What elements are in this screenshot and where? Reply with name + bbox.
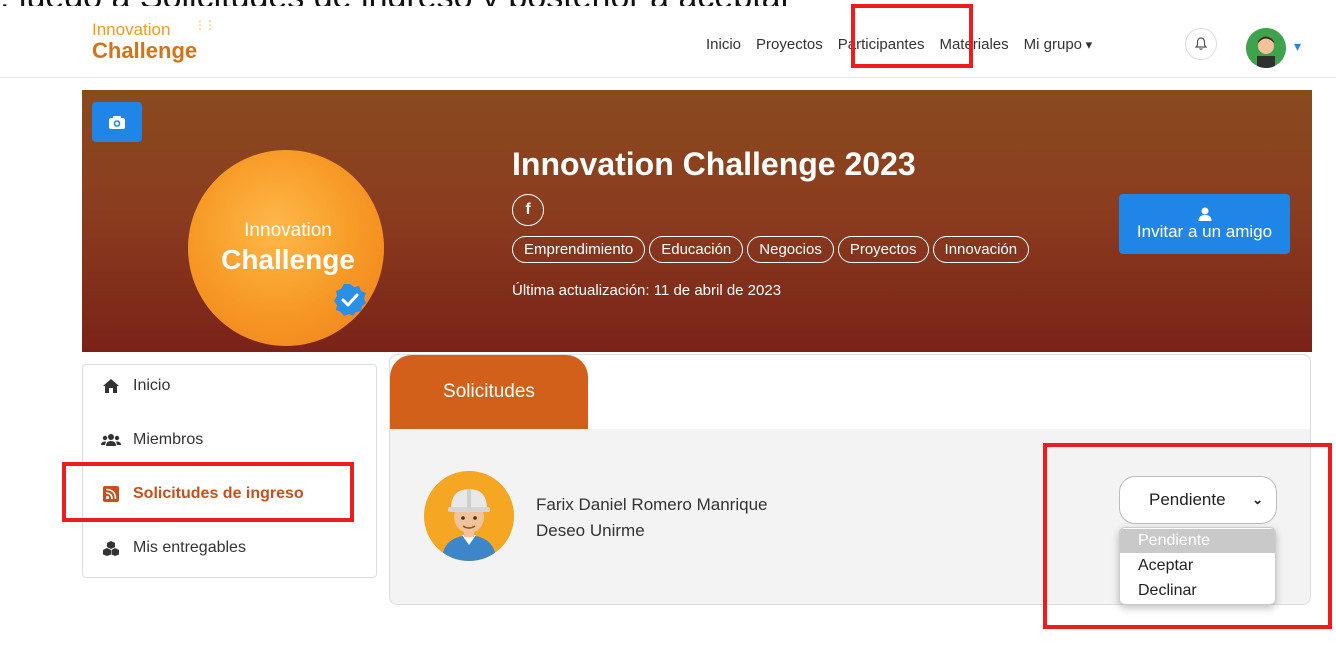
user-avatar[interactable] [1246, 28, 1286, 68]
facebook-icon[interactable]: f [512, 194, 544, 226]
sidebar-item-solicitudes-de-ingreso[interactable]: Solicitudes de ingreso [101, 485, 304, 503]
user-menu-caret-icon[interactable]: ▾ [1294, 38, 1301, 55]
requester-avatar [424, 471, 514, 561]
nav-link-materiales[interactable]: Materiales [939, 36, 1008, 53]
tag-list: Emprendimiento Educación Negocios Proyec… [512, 236, 1030, 263]
nav-link-mi-grupo[interactable]: Mi grupo [1024, 36, 1093, 53]
cubes-icon [101, 540, 121, 556]
verified-badge-icon [334, 284, 366, 316]
status-select[interactable]: Pendiente ⌄ [1119, 476, 1277, 524]
tag-innovacion[interactable]: Innovación [932, 236, 1030, 263]
change-cover-button[interactable] [92, 102, 142, 142]
nav-link-participantes[interactable]: Participantes [838, 36, 925, 53]
tag-educacion[interactable]: Educación [649, 236, 744, 263]
page: , luego a Solicitudes de ingreso y poste… [0, 0, 1336, 651]
sidebar-item-label: Miembros [133, 431, 204, 448]
invite-friend-label: Invitar a un amigo [1136, 222, 1273, 241]
home-icon [101, 378, 121, 394]
user-plus-icon [1198, 207, 1211, 221]
group-logo-text-top: Innovation [244, 220, 332, 241]
sidebar-item-label: Mis entregables [133, 539, 246, 556]
group-title: Innovation Challenge 2023 [512, 146, 916, 182]
group-logo-text-bottom: Challenge [221, 244, 355, 275]
sparkle-icon: ⋮⋮ [194, 18, 216, 32]
nav-link-inicio[interactable]: Inicio [706, 36, 741, 53]
rss-icon [101, 486, 121, 502]
status-option-pendiente[interactable]: Pendiente [1120, 529, 1275, 553]
nav-links: Inicio Proyectos Participantes Materiale… [706, 36, 1107, 53]
status-select-value: Pendiente [1149, 490, 1226, 509]
tag-emprendimiento[interactable]: Emprendimiento [512, 236, 646, 263]
tag-proyectos[interactable]: Proyectos [837, 236, 929, 263]
nav-link-proyectos[interactable]: Proyectos [756, 36, 823, 53]
status-option-declinar[interactable]: Declinar [1120, 579, 1275, 603]
sidebar-item-miembros[interactable]: Miembros [101, 431, 203, 449]
status-option-aceptar[interactable]: Aceptar [1120, 554, 1275, 578]
request-message: Deseo Unirme [536, 521, 645, 540]
logo-text-top: Innovation [92, 20, 171, 39]
sidebar-item-inicio[interactable]: Inicio [101, 377, 170, 395]
invite-friend-button[interactable]: Invitar a un amigo [1119, 194, 1290, 254]
bell-icon [1194, 37, 1208, 50]
tab-solicitudes[interactable]: Solicitudes [390, 355, 588, 429]
notifications-button[interactable] [1185, 28, 1217, 60]
last-update-text: Última actualización: 11 de abril de 202… [512, 282, 782, 299]
group-sidebar: Inicio Miembros Solicitudes de ingreso M… [82, 364, 377, 578]
top-navbar: Innovation ⋮⋮ Challenge Inicio Proyectos… [0, 6, 1336, 78]
sidebar-item-label: Solicitudes de ingreso [133, 485, 304, 502]
sidebar-item-mis-entregables[interactable]: Mis entregables [101, 539, 246, 557]
camera-icon [109, 115, 125, 129]
requester-name: Farix Daniel Romero Manrique [536, 495, 768, 514]
chevron-down-icon: ⌄ [1252, 492, 1263, 507]
status-dropdown-menu: Pendiente Aceptar Declinar [1119, 527, 1276, 605]
group-banner: Innovation Challenge Innovation Challeng… [82, 90, 1312, 352]
tag-negocios[interactable]: Negocios [747, 236, 834, 263]
logo-text-bottom: Challenge [92, 38, 198, 63]
sidebar-item-label: Inicio [133, 377, 171, 394]
panel-header: Solicitudes [390, 355, 1310, 429]
users-icon [101, 432, 121, 448]
site-logo[interactable]: Innovation ⋮⋮ Challenge [92, 18, 222, 70]
